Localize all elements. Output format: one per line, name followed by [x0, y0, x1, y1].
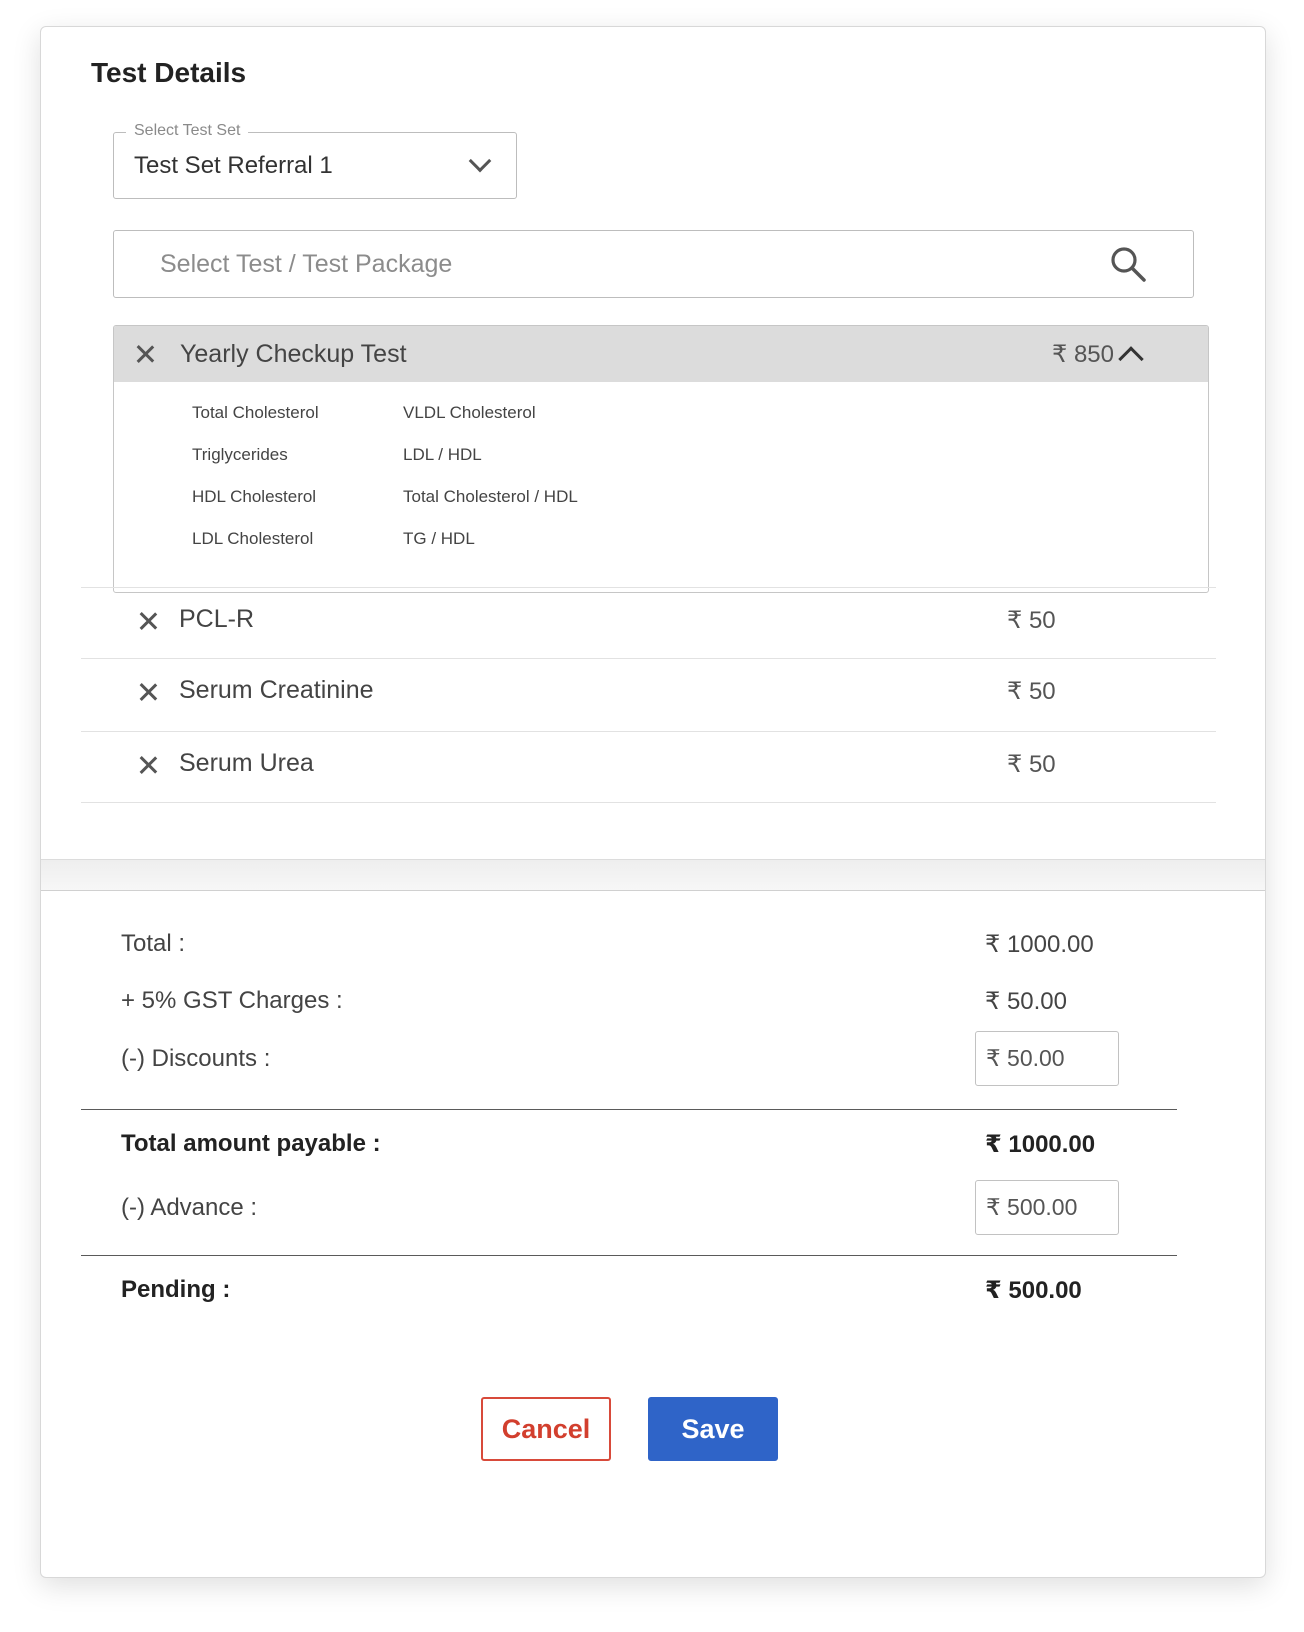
test-name: PCL-R [179, 605, 255, 633]
discount-input[interactable] [975, 1031, 1119, 1086]
test-search-input[interactable] [160, 249, 1109, 279]
remove-test-close-icon[interactable] [137, 754, 159, 776]
package-item: VLDL Cholesterol [403, 403, 536, 422]
test-price: ₹ 50 [1007, 607, 1056, 634]
payable-label: Total amount payable : [121, 1130, 381, 1157]
test-price: ₹ 50 [1007, 751, 1056, 778]
package-header[interactable]: Yearly Checkup Test ₹ 850 [114, 326, 1208, 382]
chevron-up-icon[interactable] [1118, 346, 1144, 372]
package-item: Total Cholesterol / HDL [403, 487, 578, 506]
package-name: Yearly Checkup Test [180, 339, 407, 368]
package-item: HDL Cholesterol [192, 487, 317, 506]
section-separator [41, 859, 1265, 891]
test-search-field[interactable] [113, 230, 1194, 298]
chevron-down-icon[interactable] [468, 149, 492, 172]
package-item: LDL / HDL [403, 445, 482, 464]
test-details-card: Test Details Select Test Set Test Set Re… [40, 26, 1266, 1578]
test-set-select[interactable]: Select Test Set Test Set Referral 1 [113, 122, 517, 199]
package-price: ₹ 850 [1052, 340, 1114, 368]
pending-value: ₹ 500.00 [985, 1277, 1082, 1304]
total-value: ₹ 1000.00 [985, 931, 1094, 958]
package-item: Total Cholesterol [192, 403, 319, 422]
section-title: Test Details [91, 57, 247, 88]
test-name: Serum Urea [179, 749, 314, 777]
pending-label: Pending : [121, 1276, 231, 1303]
payable-value: ₹ 1000.00 [985, 1131, 1096, 1158]
package-panel: Yearly Checkup Test ₹ 850 Total Choleste… [113, 325, 1209, 593]
cancel-button[interactable]: Cancel [481, 1397, 611, 1461]
save-button[interactable]: Save [648, 1397, 778, 1461]
list-divider [81, 802, 1216, 803]
package-item: LDL Cholesterol [192, 529, 314, 548]
gst-value: ₹ 50.00 [985, 988, 1067, 1015]
summary-divider [81, 1255, 1177, 1256]
test-price: ₹ 50 [1007, 678, 1056, 705]
test-name: Serum Creatinine [179, 676, 374, 704]
remove-package-close-icon[interactable] [134, 343, 156, 365]
test-row: Serum Creatinine ₹ 50 [81, 658, 1216, 730]
discount-label: (-) Discounts : [121, 1045, 271, 1072]
package-item: TG / HDL [403, 529, 475, 548]
remove-test-close-icon[interactable] [137, 610, 159, 632]
search-icon[interactable] [1109, 245, 1147, 283]
summary-divider [81, 1109, 1177, 1110]
test-row: PCL-R ₹ 50 [81, 587, 1216, 659]
test-set-select-value: Test Set Referral 1 [134, 151, 333, 179]
test-row: Serum Urea ₹ 50 [81, 731, 1216, 803]
total-label: Total : [121, 930, 186, 957]
package-items: Total Cholesterol Triglycerides HDL Chol… [114, 382, 1208, 592]
advance-label: (-) Advance : [121, 1194, 258, 1221]
package-item: Triglycerides [192, 445, 288, 464]
test-set-select-legend: Select Test Set [126, 122, 249, 140]
gst-label: + 5% GST Charges : [121, 987, 343, 1014]
remove-test-close-icon[interactable] [137, 681, 159, 703]
advance-input[interactable] [975, 1180, 1119, 1235]
